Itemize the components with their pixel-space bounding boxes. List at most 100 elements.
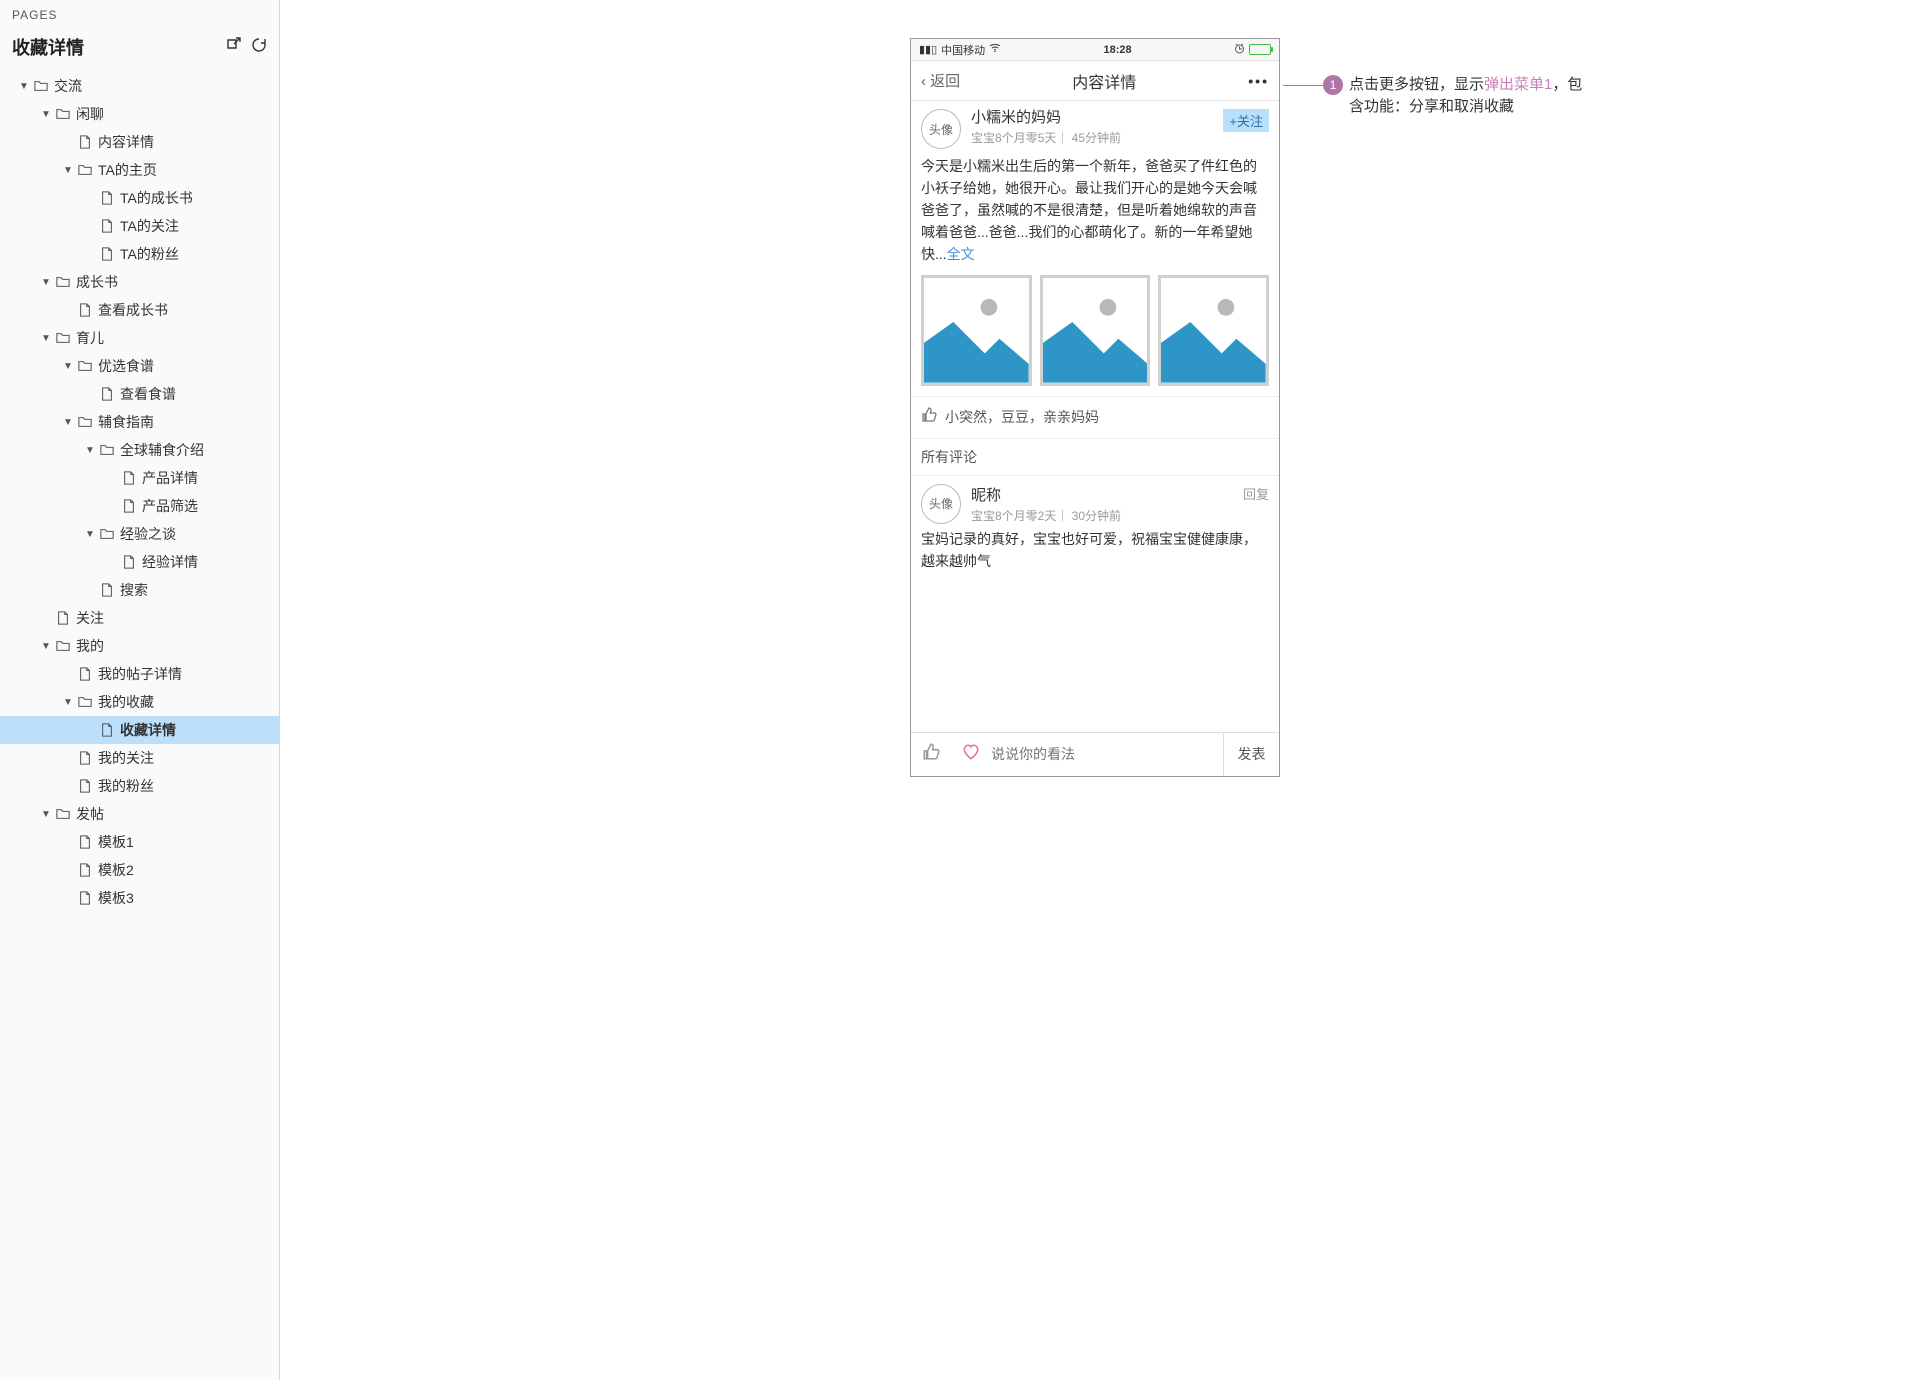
tree-folder[interactable]: ▼TA的主页	[0, 156, 279, 184]
comments-header: 所有评论	[911, 439, 1279, 476]
thumbs-up-icon[interactable]	[921, 407, 937, 428]
tree-page[interactable]: 我的关注	[0, 744, 279, 772]
folder-icon	[54, 639, 72, 653]
refresh-icon[interactable]	[251, 37, 267, 58]
post-meta: 宝宝8个月零5天｜ 45分钟前	[971, 129, 1213, 146]
comment-author[interactable]: 昵称	[971, 484, 1233, 505]
expand-toggle-icon[interactable]: ▼	[60, 361, 76, 372]
expand-toggle-icon[interactable]: ▼	[60, 417, 76, 428]
tree-folder[interactable]: ▼ 育儿	[0, 324, 279, 352]
send-button[interactable]: 发表	[1223, 733, 1279, 776]
more-button[interactable]: •••	[1248, 73, 1269, 89]
tree-page[interactable]: 模板2	[0, 856, 279, 884]
carrier-label: 中国移动	[941, 42, 985, 58]
expand-toggle-icon[interactable]: ▼	[82, 529, 98, 540]
annotation-link[interactable]: 弹出菜单1	[1484, 76, 1552, 93]
tree-label: 产品详情	[142, 468, 269, 488]
expand-toggle-icon[interactable]: ▼	[82, 445, 98, 456]
tree-label: 查看成长书	[98, 300, 269, 320]
tree-label: 产品筛选	[142, 496, 269, 516]
expand-toggle-icon[interactable]: ▼	[38, 641, 54, 652]
tree-folder[interactable]: ▼优选食谱	[0, 352, 279, 380]
expand-toggle-icon[interactable]: ▼	[60, 165, 76, 176]
thumbs-up-icon[interactable]	[911, 743, 951, 766]
page-icon	[54, 611, 72, 625]
page-icon	[120, 555, 138, 569]
follow-button[interactable]: +关注	[1223, 109, 1269, 132]
wifi-icon	[989, 43, 1001, 56]
tree-page[interactable]: 产品筛选	[0, 492, 279, 520]
avatar[interactable]: 头像	[921, 484, 961, 524]
page-icon	[120, 471, 138, 485]
tree-folder[interactable]: ▼ 全球辅食介绍	[0, 436, 279, 464]
sidebar: PAGES 收藏详情 ▼交流▼闲聊内容详情▼TA的主页TA的成长书TA的关注TA…	[0, 0, 280, 1380]
tree-label: 成长书	[76, 272, 269, 292]
tree-folder[interactable]: ▼ 交流	[0, 72, 279, 100]
tree-folder[interactable]: ▼辅食指南	[0, 408, 279, 436]
tree-page[interactable]: 查看成长书	[0, 296, 279, 324]
comment-input[interactable]	[991, 746, 1223, 762]
tree-page[interactable]: 我的帖子详情	[0, 660, 279, 688]
tree-page[interactable]: 模板3	[0, 884, 279, 912]
image-placeholder[interactable]	[1158, 275, 1269, 386]
back-button[interactable]: ‹ 返回	[921, 70, 960, 91]
annotation-badge: 1	[1323, 75, 1343, 95]
folder-icon	[76, 695, 94, 709]
chevron-left-icon: ‹	[921, 73, 930, 90]
tree-label: 我的关注	[98, 748, 269, 768]
post-body: 今天是小糯米出生后的第一个新年，爸爸买了件红色的小袄子给她，她很开心。最让我们开…	[921, 155, 1269, 265]
tree-folder[interactable]: ▼ 成长书	[0, 268, 279, 296]
export-icon[interactable]	[225, 37, 241, 58]
tree-page[interactable]: 内容详情	[0, 128, 279, 156]
avatar[interactable]: 头像	[921, 109, 961, 149]
page-tree: ▼ 交流 ▼闲聊内容详情 ▼TA的主页 TA的成长书 TA的关注 TA的粉丝 ▼ 成长书查看成长…	[0, 72, 279, 1380]
expand-toggle-icon[interactable]: ▼	[60, 697, 76, 708]
tree-page[interactable]: 产品详情	[0, 464, 279, 492]
image-placeholder[interactable]	[921, 275, 1032, 386]
tree-page[interactable]: 查看食谱	[0, 380, 279, 408]
tree-page[interactable]: TA的粉丝	[0, 240, 279, 268]
heart-icon[interactable]	[951, 743, 991, 766]
tree-label: 交流	[54, 76, 269, 96]
tree-label: 育儿	[76, 328, 269, 348]
annotation-line	[1283, 85, 1323, 86]
tree-page[interactable]: 经验详情	[0, 548, 279, 576]
expand-toggle-icon[interactable]: ▼	[38, 277, 54, 288]
tree-label: TA的成长书	[120, 188, 269, 208]
page-title-row: 收藏详情	[0, 28, 279, 72]
reply-button[interactable]: 回复	[1243, 484, 1269, 503]
page-icon	[76, 303, 94, 317]
tree-page[interactable]: 搜索	[0, 576, 279, 604]
tree-folder[interactable]: ▼我的	[0, 632, 279, 660]
expand-toggle-icon[interactable]: ▼	[38, 109, 54, 120]
tree-label: 内容详情	[98, 132, 269, 152]
page-icon	[76, 891, 94, 905]
expand-toggle-icon[interactable]: ▼	[16, 81, 32, 92]
expand-toggle-icon[interactable]: ▼	[38, 333, 54, 344]
tree-page[interactable]: TA的成长书	[0, 184, 279, 212]
battery-icon	[1249, 44, 1271, 55]
signal-icon: ▮▮▯	[919, 43, 937, 56]
tree-page[interactable]: 我的粉丝	[0, 772, 279, 800]
expand-text-link[interactable]: 全文	[947, 246, 975, 262]
expand-toggle-icon[interactable]: ▼	[38, 809, 54, 820]
tree-page[interactable]: 收藏详情	[0, 716, 279, 744]
tree-page[interactable]: 关注	[0, 604, 279, 632]
post-author[interactable]: 小糯米的妈妈	[971, 109, 1213, 127]
page-icon	[98, 219, 116, 233]
alarm-icon	[1234, 43, 1245, 57]
tree-label: 全球辅食介绍	[120, 440, 269, 460]
tree-folder[interactable]: ▼发帖	[0, 800, 279, 828]
post: 头像 小糯米的妈妈 宝宝8个月零5天｜ 45分钟前 +关注 今天是小糯米出生后的…	[911, 101, 1279, 397]
tree-folder[interactable]: ▼闲聊	[0, 100, 279, 128]
canvas: ▮▮▯ 中国移动 18:28 ‹ 返回	[280, 0, 1926, 1380]
tree-page[interactable]: 模板1	[0, 828, 279, 856]
tree-label: TA的粉丝	[120, 244, 269, 264]
tree-page[interactable]: TA的关注	[0, 212, 279, 240]
folder-icon	[54, 107, 72, 121]
tree-label: 搜索	[120, 580, 269, 600]
tree-folder[interactable]: ▼我的收藏	[0, 688, 279, 716]
tree-folder[interactable]: ▼经验之谈	[0, 520, 279, 548]
tree-label: 模板2	[98, 860, 269, 880]
image-placeholder[interactable]	[1040, 275, 1151, 386]
